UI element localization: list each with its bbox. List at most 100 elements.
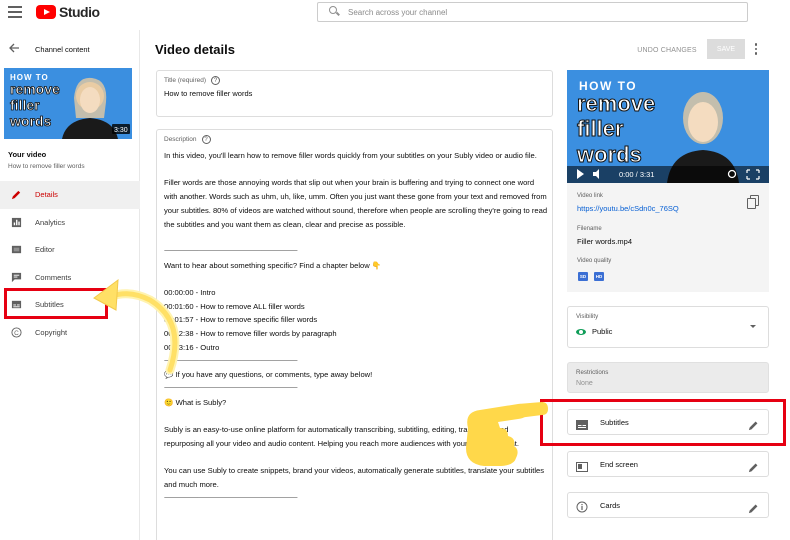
video-link[interactable]: https://youtu.be/cSdn0c_76SQ xyxy=(577,204,679,213)
description-line: 00:01:57 - How to remove specific filler… xyxy=(164,315,318,325)
visibility-value: Public xyxy=(592,327,613,336)
sidebar-item-label: Copyright xyxy=(35,327,68,337)
description-line: 00:02:38 - How to remove filler words by… xyxy=(164,329,337,339)
sd-quality-badge: SD xyxy=(578,272,588,281)
title-field-label: Title (required) xyxy=(164,77,207,84)
sidebar-item-details[interactable]: Details xyxy=(0,181,140,209)
sidebar-item-label: Subtitles xyxy=(35,300,64,310)
thumb-duration: 3:30 xyxy=(114,127,128,134)
preview-text-line4: words xyxy=(576,142,642,167)
end-screen-row[interactable]: End screen xyxy=(567,451,769,477)
hd-quality-badge: HD xyxy=(594,272,604,281)
video-link-label: Video link xyxy=(577,193,603,199)
subtitles-icon xyxy=(576,417,588,430)
search-input[interactable] xyxy=(348,7,728,17)
help-icon[interactable]: ? xyxy=(201,135,211,144)
subtitles-icon xyxy=(10,299,22,311)
cards-row-label: Cards xyxy=(600,500,621,510)
description-line: In this video, you'll learn how to remov… xyxy=(164,151,537,160)
sidebar-item-label: Analytics xyxy=(35,217,66,227)
filename-label: Filename xyxy=(577,226,602,232)
video-preview-card: HOW TO remove filler words 0:00 / 3:31 V… xyxy=(567,70,769,292)
search-icon[interactable] xyxy=(326,3,344,21)
page-title: Video details xyxy=(155,42,235,57)
description-line: ----------------------------------------… xyxy=(164,384,298,391)
more-options-icon[interactable] xyxy=(750,41,762,57)
cards-row[interactable]: Cards xyxy=(567,492,769,518)
restrictions-value: None xyxy=(576,380,593,387)
sidebar-item-label: Editor xyxy=(35,245,55,255)
top-bar: Studio xyxy=(0,0,790,26)
back-to-channel-content[interactable]: Channel content xyxy=(8,42,90,57)
search-bar[interactable] xyxy=(317,2,748,22)
thumb-text-line4: words xyxy=(9,113,51,129)
visibility-value-row: Public xyxy=(576,327,612,336)
title-field[interactable]: Title (required) ? How to remove filler … xyxy=(156,70,553,117)
preview-text-line3: filler xyxy=(577,116,624,141)
edit-pencil-icon[interactable] xyxy=(748,501,759,514)
pointing-hand-icon xyxy=(466,402,548,466)
end-screen-icon xyxy=(576,459,588,472)
sidebar-item-label: Details xyxy=(35,190,58,200)
back-arrow-icon[interactable] xyxy=(8,42,28,57)
player-time: 0:00 / 3:31 xyxy=(619,170,654,179)
channel-content-label: Channel content xyxy=(35,45,90,54)
description-line xyxy=(164,272,549,286)
analytics-icon xyxy=(10,216,22,228)
restrictions-field: Restrictions None xyxy=(567,362,769,393)
studio-wordmark: Studio xyxy=(59,4,100,20)
sidebar-video-thumbnail[interactable]: HOW TO remove filler words 3:30 xyxy=(4,68,132,139)
end-screen-row-label: End screen xyxy=(600,459,638,469)
thumb-text-line2: remove xyxy=(10,81,60,97)
filename-value: Filler words.mp4 xyxy=(577,237,633,246)
copyright-icon: C xyxy=(10,326,22,338)
eye-icon xyxy=(576,328,586,335)
your-video-label: Your video xyxy=(8,150,47,159)
help-icon[interactable]: ? xyxy=(211,76,221,85)
description-line: ----------------------------------------… xyxy=(164,247,298,254)
description-line: ----------------------------------------… xyxy=(164,494,298,501)
sidebar-item-analytics[interactable]: Analytics xyxy=(0,209,140,237)
video-quality-label: Video quality xyxy=(577,258,612,264)
pencil-icon xyxy=(10,189,22,201)
svg-text:C: C xyxy=(14,330,19,337)
description-field[interactable]: Description ? In this video, you'll lear… xyxy=(156,129,553,540)
description-line: ----------------------------------------… xyxy=(164,357,298,364)
preview-text-line2: remove xyxy=(577,91,655,116)
description-line: Want to hear about something specific? F… xyxy=(164,260,382,270)
description-line: Filler words are those annoying words th… xyxy=(164,178,548,229)
description-line: 00:00:00 - Intro xyxy=(164,287,216,297)
thumb-text-line3: filler xyxy=(10,97,40,113)
comments-icon xyxy=(10,271,22,283)
title-field-label-row: Title (required) ? xyxy=(164,76,221,85)
subtitles-row-label: Subtitles xyxy=(600,417,629,427)
save-button[interactable]: SAVE xyxy=(707,39,745,59)
sidebar-video-title: How to remove filler words xyxy=(8,163,85,170)
edit-pencil-icon[interactable] xyxy=(748,418,759,431)
description-line: 00:01:60 - How to remove ALL filler word… xyxy=(164,301,305,311)
sidebar-item-label: Comments xyxy=(35,272,72,282)
youtube-logo-icon xyxy=(36,5,56,19)
hamburger-menu-icon[interactable] xyxy=(8,6,22,18)
description-field-label: Description xyxy=(164,136,197,143)
subtitles-row[interactable]: Subtitles xyxy=(567,409,769,435)
sidebar-item-editor[interactable]: Editor xyxy=(0,236,140,264)
chevron-down-icon[interactable] xyxy=(750,325,756,328)
description-line: 💬 If you have any questions, or comments… xyxy=(164,370,373,380)
title-input-value[interactable]: How to remove filler words xyxy=(164,89,252,98)
restrictions-label: Restrictions xyxy=(576,369,609,376)
description-line xyxy=(164,231,549,245)
undo-changes-button[interactable]: UNDO CHANGES xyxy=(628,41,706,59)
visibility-label: Visibility xyxy=(576,313,599,320)
video-preview-player[interactable]: HOW TO remove filler words 0:00 / 3:31 xyxy=(567,70,769,183)
info-icon xyxy=(576,500,588,513)
editor-icon xyxy=(10,244,22,256)
edit-pencil-icon[interactable] xyxy=(748,460,759,473)
description-field-label-row: Description ? xyxy=(164,135,211,144)
description-line xyxy=(164,163,549,177)
visibility-select[interactable]: Visibility Public xyxy=(567,306,769,348)
youtube-studio-logo[interactable]: Studio xyxy=(36,4,100,20)
curved-arrow-annotation xyxy=(93,278,180,374)
copy-icon[interactable] xyxy=(747,195,759,209)
description-line: 00:03:16 - Outro xyxy=(164,342,220,352)
